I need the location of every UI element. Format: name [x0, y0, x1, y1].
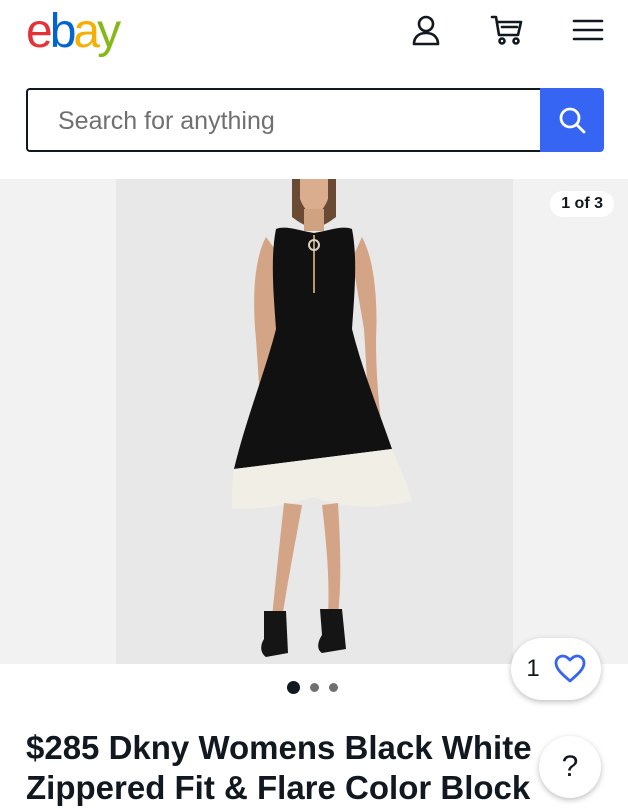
carousel-pagination — [287, 680, 338, 694]
logo-letter-y: y — [97, 5, 121, 58]
search-icon — [559, 107, 586, 134]
logo-letter-a: a — [73, 5, 100, 58]
watch-button[interactable]: 1 — [511, 638, 601, 700]
image-counter: 1 of 3 — [550, 191, 614, 217]
user-icon[interactable] — [408, 12, 444, 48]
search-field-frame — [26, 88, 540, 152]
image-gallery[interactable]: 1 of 3 — [0, 179, 628, 664]
watch-count: 1 — [526, 655, 540, 682]
search-button[interactable] — [540, 88, 604, 152]
help-icon: ? — [561, 750, 579, 783]
logo-letter-b: b — [49, 5, 77, 58]
top-header: ebay — [0, 0, 628, 80]
pagination-dot-3[interactable] — [329, 682, 338, 692]
pagination-dot-1[interactable] — [287, 680, 300, 694]
search-input[interactable] — [56, 90, 530, 152]
menu-icon[interactable] — [570, 12, 606, 48]
logo-letter-e: e — [26, 5, 53, 58]
search-bar — [26, 88, 604, 152]
ebay-logo[interactable]: ebay — [26, 4, 121, 60]
pagination-dot-2[interactable] — [310, 682, 319, 692]
cart-icon[interactable] — [489, 12, 525, 48]
listing-title: $285 Dkny Womens Black White Zippered Fi… — [26, 729, 532, 806]
dress-model-illustration — [232, 179, 412, 657]
help-button[interactable]: ? — [539, 736, 601, 798]
heart-outline-icon — [554, 654, 586, 683]
product-image[interactable] — [116, 179, 513, 664]
